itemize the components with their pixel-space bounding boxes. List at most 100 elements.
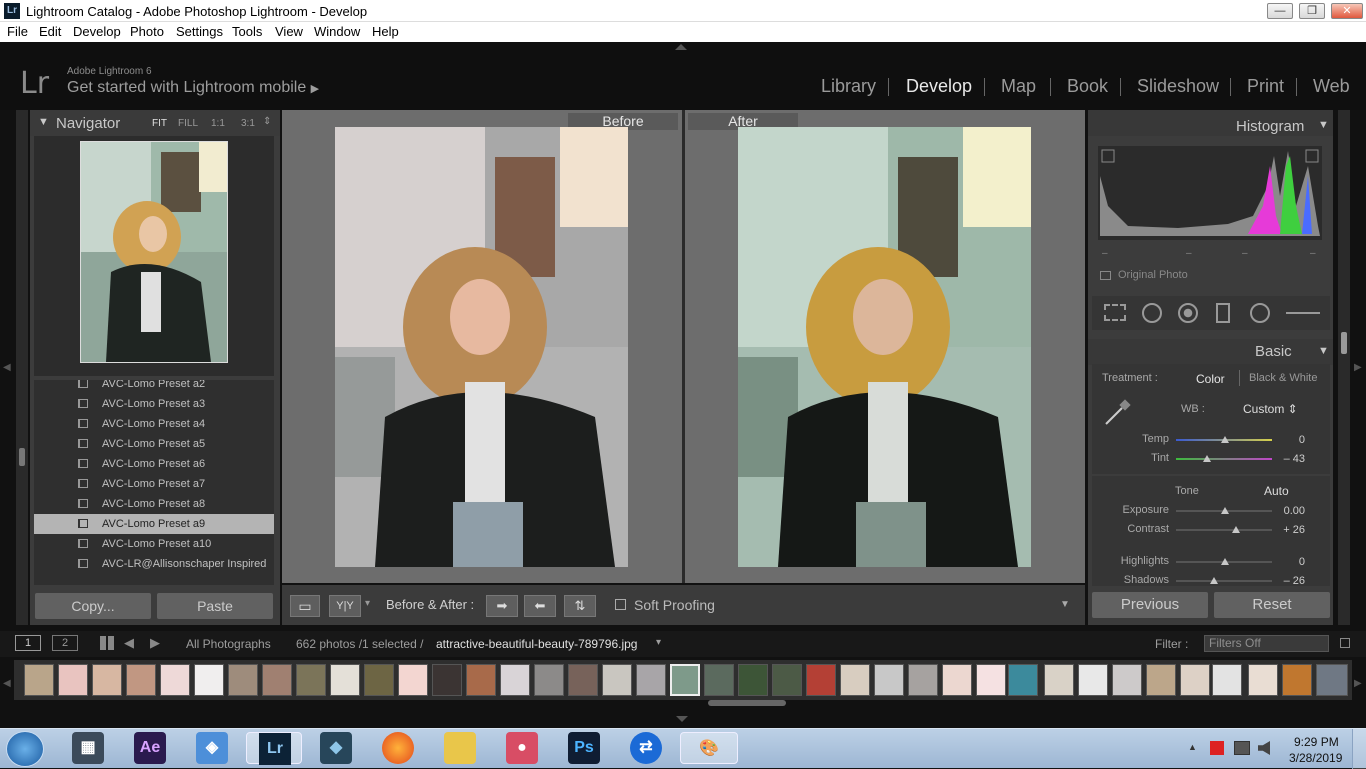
list-item[interactable]: AVC-Lomo Preset a3 [34,394,274,414]
shadows-value[interactable]: – 26 [1275,575,1305,586]
folder-icon[interactable] [444,732,476,764]
module-develop[interactable]: Develop [906,76,972,97]
filmstrip-thumbnail-selected[interactable] [670,664,700,696]
filmstrip-scrollbar[interactable] [708,700,786,706]
adjustment-brush-icon[interactable] [1286,312,1320,314]
filmstrip-thumbnail[interactable] [602,664,632,696]
filmstrip-thumbnail[interactable] [92,664,122,696]
filmstrip-thumbnail[interactable] [1044,664,1074,696]
network-app-icon[interactable]: ◈ [196,732,228,764]
filmstrip-thumbnail[interactable] [942,664,972,696]
photoshop-icon[interactable]: Ps [568,732,600,764]
navigator-thumbnail[interactable] [80,141,228,363]
volume-icon[interactable] [1258,741,1270,755]
menu-settings[interactable]: Settings [176,24,223,39]
tint-value[interactable]: – 43 [1275,453,1305,465]
toolbar-menu-icon[interactable]: ▼ [1060,599,1070,610]
contrast-slider-knob[interactable] [1232,526,1240,533]
zoom-3-1[interactable]: 3:1 [241,118,255,129]
filmstrip-thumbnail[interactable] [500,664,530,696]
windows-start-icon[interactable] [6,731,44,767]
screen-recorder-icon[interactable]: ● [506,732,538,764]
menu-view[interactable]: View [275,24,303,39]
filmstrip-thumbnail[interactable] [330,664,360,696]
filter-lock-icon[interactable] [1340,638,1350,648]
flag-icon[interactable] [1210,741,1224,755]
left-panel-toggle-icon[interactable]: ◀ [3,362,11,373]
before-after-view-button[interactable]: Y|Y [329,595,361,617]
basic-header[interactable]: Basic ▼ [1088,339,1333,365]
crop-icon[interactable] [1104,304,1126,321]
list-item[interactable]: AVC-Lomo Preset a8 [34,494,274,514]
copy-before-to-after-button[interactable]: ➡ [486,595,518,617]
collapse-triangle-icon[interactable]: ▼ [38,116,49,128]
filmstrip-thumbnail[interactable] [1212,664,1242,696]
red-eye-icon[interactable] [1178,303,1198,323]
after-effects-icon[interactable]: Ae [134,732,166,764]
filmstrip-thumbnail[interactable] [1282,664,1312,696]
clock-time[interactable]: 9:29 PM [1294,735,1339,749]
zoom-fit[interactable]: FIT [152,118,167,129]
exposure-slider-knob[interactable] [1221,507,1229,514]
filmstrip-thumbnail[interactable] [840,664,870,696]
before-photo[interactable] [335,127,628,567]
filmstrip-thumbnail[interactable] [568,664,598,696]
menu-tools[interactable]: Tools [232,24,262,39]
filter-select[interactable]: Filters Off [1204,635,1329,652]
filmstrip-thumbnail[interactable] [1078,664,1108,696]
list-item[interactable]: AVC-Lomo Preset a2 [34,380,274,394]
eyedropper-icon[interactable] [1102,398,1132,428]
list-item[interactable]: AVC-Lomo Preset a4 [34,414,274,434]
filename-dropdown-icon[interactable]: ▾ [656,637,661,648]
menu-window[interactable]: Window [314,24,360,39]
filmstrip-thumbnail[interactable] [1316,664,1348,696]
filmstrip-thumbnail[interactable] [908,664,938,696]
tint-slider[interactable] [1176,458,1272,460]
filmstrip-thumbnail[interactable] [1112,664,1142,696]
after-photo[interactable] [738,127,1031,567]
source-label[interactable]: All Photographs [186,637,271,651]
filmstrip-thumbnail[interactable] [738,664,768,696]
module-map[interactable]: Map [1001,76,1036,97]
collapse-triangle-icon[interactable]: ▼ [1318,345,1329,357]
filmstrip-thumbnail[interactable] [704,664,734,696]
module-book[interactable]: Book [1067,76,1108,97]
video-editor-icon[interactable]: ▦ [72,732,104,764]
show-desktop-button[interactable] [1352,729,1366,769]
back-arrow-icon[interactable]: ◀ [124,635,134,651]
minimize-button[interactable]: — [1267,3,1293,19]
filmstrip-thumbnail[interactable] [262,664,292,696]
wb-select[interactable]: Custom ⇕ [1243,402,1298,416]
filmstrip-thumbnail[interactable] [466,664,496,696]
treatment-bw[interactable]: Black & White [1249,372,1317,384]
contrast-value[interactable]: + 26 [1275,524,1305,536]
right-panel-toggle-icon[interactable]: ▶ [1354,362,1362,373]
filmstrip-thumbnail[interactable] [364,664,394,696]
left-scrollbar-thumb[interactable] [19,448,25,466]
filmstrip-thumbnail[interactable] [1008,664,1038,696]
filmstrip-thumbnail[interactable] [636,664,666,696]
swap-before-after-button[interactable]: ⇅ [564,595,596,617]
maximize-button[interactable]: ❐ [1299,3,1325,19]
histogram-header[interactable]: Histogram ▼ [1088,110,1333,136]
highlights-value[interactable]: 0 [1275,556,1305,568]
module-print[interactable]: Print [1247,76,1284,97]
filename[interactable]: attractive-beautiful-beauty-789796.jpg [436,637,637,651]
filmstrip-thumbnail[interactable] [194,664,224,696]
menu-help[interactable]: Help [372,24,399,39]
filmstrip-thumbnail[interactable] [126,664,156,696]
auto-tone-button[interactable]: Auto [1264,484,1289,498]
filmstrip-thumbnail[interactable] [1146,664,1176,696]
radial-filter-icon[interactable] [1250,303,1270,323]
collapse-top-panel-icon[interactable] [675,44,687,50]
paint-taskbar-button[interactable]: 🎨 [680,732,738,764]
network-icon[interactable] [1234,741,1250,755]
close-button[interactable]: ✕ [1331,3,1363,19]
filmstrip-thumbnail[interactable] [1248,664,1278,696]
menu-file[interactable]: File [7,24,28,39]
filmstrip-thumbnail[interactable] [534,664,564,696]
list-item[interactable]: AVC-LR@Allisonschaper Inspired [34,554,274,574]
filmstrip-thumbnail[interactable] [806,664,836,696]
filmstrip-thumbnail[interactable] [1180,664,1210,696]
list-item-selected[interactable]: AVC-Lomo Preset a9 [34,514,274,534]
